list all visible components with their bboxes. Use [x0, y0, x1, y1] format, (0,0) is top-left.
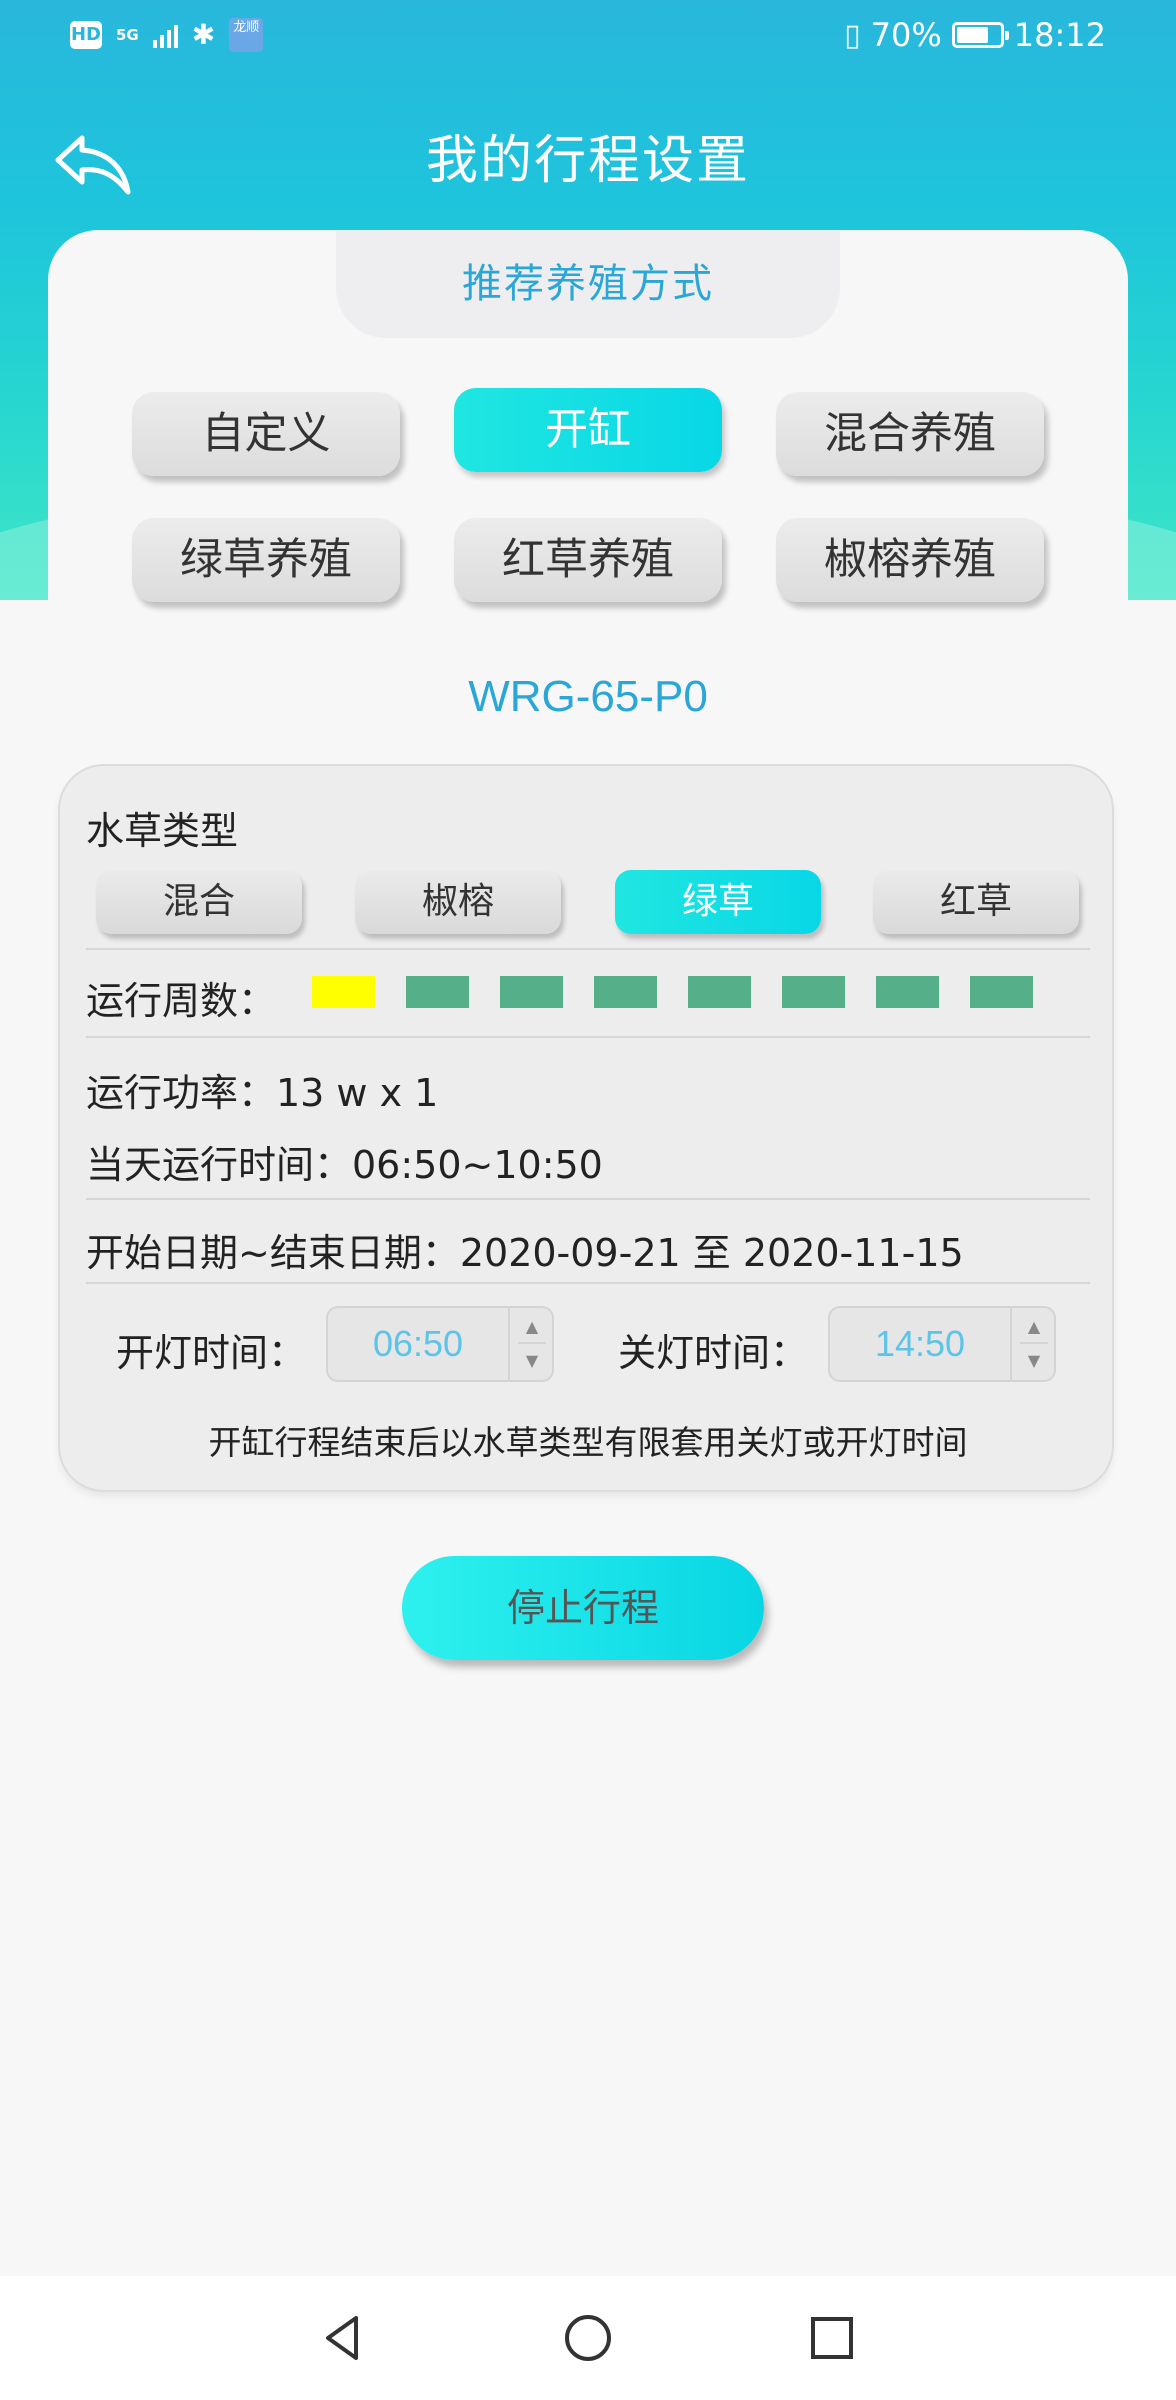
plant-type-green-button[interactable]: 绿草 — [615, 870, 821, 934]
decrement-arrow-icon[interactable]: ▼ — [518, 1344, 546, 1378]
page-title: 我的行程设置 — [425, 131, 750, 191]
mode-green-grass-button[interactable]: 绿草养殖 — [132, 518, 400, 602]
light-off-time-stepper[interactable]: 14:50 ▲ ▼ — [828, 1306, 1056, 1382]
plant-type-mixed-button[interactable]: 混合 — [96, 870, 302, 934]
mode-mixed-button[interactable]: 混合养殖 — [776, 392, 1044, 476]
network-type: 5G — [116, 26, 139, 44]
week-block — [782, 976, 845, 1008]
mode-red-grass-button[interactable]: 红草养殖 — [454, 518, 722, 602]
decrement-arrow-icon[interactable]: ▼ — [1020, 1344, 1048, 1378]
date-range-text: 开始日期~结束日期：2020-09-21 至 2020-11-15 — [86, 1231, 964, 1275]
mode-anubias-button[interactable]: 椒榕养殖 — [776, 518, 1044, 602]
weeks-indicator — [312, 976, 1033, 1008]
battery-percent: 70% — [870, 16, 942, 54]
week-block — [500, 976, 563, 1008]
week-block — [970, 976, 1033, 1008]
power-text: 运行功率：13 w x 1 — [86, 1071, 439, 1115]
week-block — [406, 976, 469, 1008]
status-bar: HD 5G ✱ 龙顺 ▯ 70% 18:12 — [0, 0, 1176, 72]
nav-home-icon[interactable] — [556, 2306, 620, 2370]
device-model: WRG-65-P0 — [468, 672, 708, 721]
light-on-time-stepper[interactable]: 06:50 ▲ ▼ — [326, 1306, 554, 1382]
nav-back-icon[interactable] — [310, 2306, 374, 2370]
stop-schedule-button[interactable]: 停止行程 — [402, 1556, 764, 1660]
increment-arrow-icon[interactable]: ▲ — [518, 1310, 546, 1344]
tab-recommend-mode[interactable]: 推荐养殖方式 — [336, 230, 840, 338]
week-block — [312, 976, 375, 1008]
signal-icon — [152, 22, 178, 48]
divider — [86, 1282, 1090, 1284]
system-nav-bar — [0, 2276, 1176, 2400]
plant-type-red-button[interactable]: 红草 — [873, 870, 1079, 934]
hd-icon: HD — [70, 21, 102, 49]
light-on-label: 开灯时间： — [116, 1331, 307, 1375]
nav-recents-icon[interactable] — [800, 2306, 864, 2370]
week-block — [688, 976, 751, 1008]
divider — [86, 1198, 1090, 1200]
mode-open-tank-button[interactable]: 开缸 — [454, 388, 722, 472]
weeks-label: 运行周数： — [86, 979, 277, 1023]
app-notification-icon: 龙顺 — [229, 18, 264, 52]
week-block — [594, 976, 657, 1008]
plant-type-anubias-button[interactable]: 椒榕 — [355, 870, 561, 934]
increment-arrow-icon[interactable]: ▲ — [1020, 1310, 1048, 1344]
mode-custom-button[interactable]: 自定义 — [132, 392, 400, 476]
battery-icon — [951, 22, 1009, 48]
light-off-label: 关灯时间： — [618, 1331, 809, 1375]
divider — [86, 948, 1090, 950]
light-off-time-value[interactable]: 14:50 — [830, 1308, 1010, 1380]
divider — [86, 1036, 1090, 1038]
light-on-time-value[interactable]: 06:50 — [328, 1308, 508, 1380]
clock: 18:12 — [1013, 16, 1106, 54]
plant-type-label: 水草类型 — [86, 809, 239, 853]
week-block — [876, 976, 939, 1008]
daily-time-text: 当天运行时间：06:50~10:50 — [86, 1143, 603, 1187]
schedule-note: 开缸行程结束后以水草类型有限套用关灯或开灯时间 — [208, 1423, 968, 1462]
vibrate-icon: ▯ — [844, 17, 861, 53]
bluetooth-icon: ✱ — [191, 18, 216, 51]
